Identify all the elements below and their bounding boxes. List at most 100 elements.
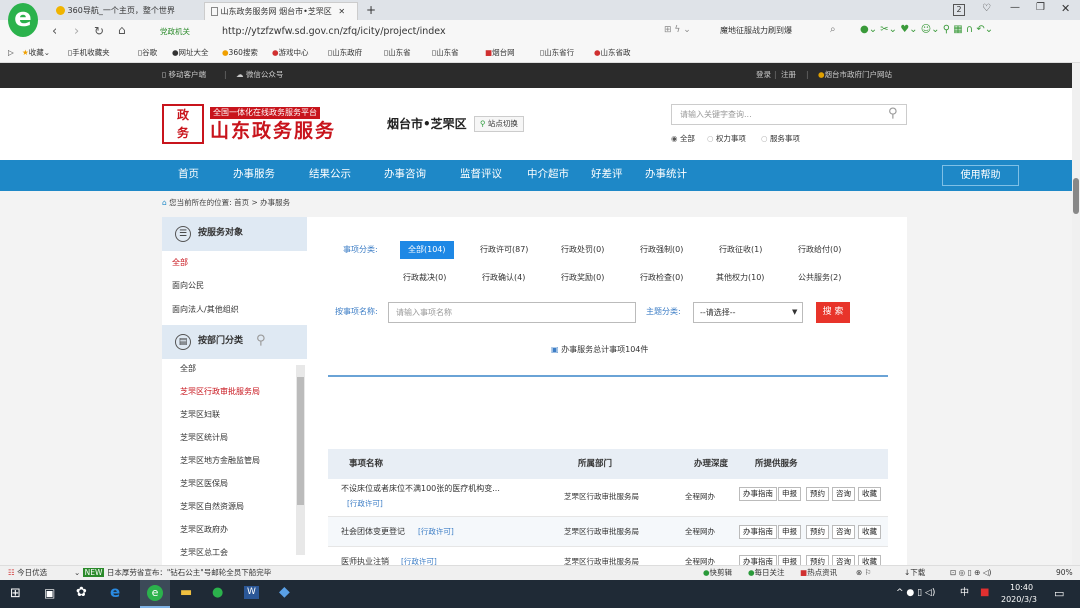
category-item[interactable]: 行政给付(0): [798, 246, 841, 254]
target-all[interactable]: 全部: [172, 259, 317, 267]
close-tab-icon[interactable]: ✕: [338, 7, 345, 16]
window-count-badge[interactable]: 2: [953, 4, 965, 16]
sidebar-toggle-icon[interactable]: ▷: [8, 49, 14, 57]
category-item[interactable]: 行政裁决(0): [403, 274, 446, 282]
tray-icons[interactable]: ^ ● ▯ ◁): [896, 589, 935, 598]
notification-icon[interactable]: ▭: [1054, 588, 1064, 599]
word-icon[interactable]: W: [244, 586, 259, 599]
nav-supervise[interactable]: 监督评议: [460, 169, 502, 180]
fav-item[interactable]: ▯山东政府: [328, 49, 362, 57]
radio-service[interactable]: ○ 服务事项: [761, 135, 800, 143]
favorite-button[interactable]: 收藏: [858, 555, 881, 565]
home-icon[interactable]: ⌂: [118, 24, 126, 36]
breadcrumb-home[interactable]: 首页: [234, 198, 249, 207]
status-icons[interactable]: ⊗ ⚐: [856, 569, 871, 577]
today-picks[interactable]: ☷ 今日优选: [8, 569, 47, 577]
fav-item[interactable]: ●游戏中心: [272, 49, 309, 57]
apply-button[interactable]: 申报: [778, 487, 801, 501]
status-item[interactable]: ●每日关注: [748, 569, 785, 577]
category-item[interactable]: 行政处罚(0): [561, 246, 604, 254]
category-all[interactable]: 全部(104): [400, 241, 454, 259]
guide-button[interactable]: 办事指南: [739, 525, 777, 539]
site-name[interactable]: 山东政务服务: [210, 122, 336, 141]
consult-button[interactable]: 咨询: [832, 487, 855, 501]
item-name-link[interactable]: 社会团体变更登记: [341, 528, 405, 536]
guide-button[interactable]: 办事指南: [739, 555, 777, 565]
new-tab-button[interactable]: +: [366, 4, 376, 16]
windows-start-icon[interactable]: ⊞: [10, 587, 21, 600]
fav-item[interactable]: ★收藏⌄: [22, 49, 50, 57]
back-icon[interactable]: ‹: [52, 25, 57, 38]
fav-item[interactable]: ■烟台网: [485, 49, 515, 57]
category-item[interactable]: 行政征收(1): [719, 246, 762, 254]
search-button[interactable]: 搜 索: [816, 302, 850, 323]
name-input[interactable]: 请输入事项名称: [388, 302, 636, 323]
nav-results[interactable]: 结果公示: [309, 169, 351, 180]
radio-power[interactable]: ○ 权力事项: [707, 135, 746, 143]
site-search-input[interactable]: 请输入关键字查询... ⚲: [671, 104, 907, 125]
page-scrollbar[interactable]: [1072, 63, 1080, 565]
refresh-icon[interactable]: ↻: [94, 25, 104, 37]
item-name-link[interactable]: 不设床位或者床位不满100张的医疗机构变...: [341, 485, 500, 493]
wechat-link[interactable]: ☁ 微信公众号: [236, 71, 283, 79]
maximize-icon[interactable]: ❐: [1036, 3, 1045, 13]
news-ticker[interactable]: ⌄ NEW 日本厚劳省宣布："钻石公主"号邮轮全员下船完毕: [74, 568, 271, 577]
close-window-icon[interactable]: ✕: [1061, 3, 1070, 14]
reserve-button[interactable]: 预约: [806, 555, 829, 565]
extension-icons[interactable]: ●⌄ ✂⌄ ♥⌄ ☺⌄ ⚲ ▦ ∩ ↶⌄: [860, 25, 993, 35]
status-item[interactable]: ●快剪辑: [703, 569, 732, 577]
reserve-button[interactable]: 预约: [806, 487, 829, 501]
browser-logo[interactable]: e: [8, 3, 38, 37]
favorite-button[interactable]: 收藏: [858, 487, 881, 501]
category-item[interactable]: 行政确认(4): [482, 274, 525, 282]
switch-site-button[interactable]: ⚲ 站点切换: [474, 116, 524, 132]
clock-time[interactable]: 10:40: [1010, 584, 1033, 592]
login-link[interactable]: 登录: [756, 71, 771, 79]
task-view-icon[interactable]: ▣: [44, 587, 55, 599]
apply-button[interactable]: 申报: [778, 525, 801, 539]
minimize-icon[interactable]: —: [1010, 3, 1020, 13]
item-name-link[interactable]: 医师执业注销: [341, 558, 389, 566]
category-item[interactable]: 行政许可(87): [480, 246, 528, 254]
search-icon[interactable]: ⌕: [830, 25, 836, 35]
fav-item[interactable]: ▯手机收藏夹: [68, 49, 110, 57]
radio-all[interactable]: ◉ 全部: [671, 135, 695, 143]
consult-button[interactable]: 咨询: [832, 525, 855, 539]
browser-taskbar-icon[interactable]: e: [140, 580, 170, 608]
nav-agency[interactable]: 中介超市: [527, 169, 569, 180]
favorite-button[interactable]: 收藏: [858, 525, 881, 539]
fav-item[interactable]: ▯山东省行: [540, 49, 574, 57]
guide-button[interactable]: 办事指南: [739, 487, 777, 501]
sidebar-scrollbar[interactable]: [296, 365, 305, 555]
category-item[interactable]: 行政奖励(0): [561, 274, 604, 282]
apply-button[interactable]: 申报: [778, 555, 801, 565]
nav-services[interactable]: 办事服务: [233, 169, 275, 180]
category-item[interactable]: 行政检查(0): [640, 274, 683, 282]
hot-search-text[interactable]: 魔地征服战力刷到爆: [720, 27, 792, 35]
tab-active[interactable]: 山东政务服务网 烟台市•芝罘区 ✕: [204, 2, 358, 20]
consult-button[interactable]: 咨询: [832, 555, 855, 565]
sidebar-scroll-thumb[interactable]: [297, 377, 304, 505]
category-item[interactable]: 行政强制(0): [640, 246, 683, 254]
nav-consult[interactable]: 办事咨询: [384, 169, 426, 180]
fav-item[interactable]: ▯谷歌: [138, 49, 157, 57]
tray-app-icon[interactable]: ■: [980, 588, 989, 598]
app2-icon[interactable]: ◆: [279, 585, 290, 599]
register-link[interactable]: 注册: [781, 71, 796, 79]
url-field[interactable]: 党政机关 http://ytzfzwfw.sd.gov.cn/zfq/icity…: [150, 23, 660, 41]
status-item[interactable]: ■热点资讯: [800, 569, 837, 577]
tab-360[interactable]: 360导航_一个主页，整个世界: [50, 2, 202, 20]
ime-indicator[interactable]: 中: [960, 589, 969, 598]
grid-icon[interactable]: ⊞ ϟ ⌄: [664, 26, 691, 35]
target-public[interactable]: 面向公民: [172, 282, 317, 290]
help-button[interactable]: 使用帮助: [942, 165, 1019, 186]
mobile-client-link[interactable]: ▯ 移动客户端: [162, 71, 206, 79]
category-item[interactable]: 其他权力(10): [716, 274, 764, 282]
nav-stats[interactable]: 办事统计: [645, 169, 687, 180]
category-item[interactable]: 公共服务(2): [798, 274, 841, 282]
skin-icon[interactable]: ♡: [982, 4, 991, 14]
target-legal[interactable]: 面向法人/其他组织: [172, 306, 317, 314]
clock-date[interactable]: 2020/3/3: [1001, 596, 1037, 604]
theme-select[interactable]: --请选择-- ▼: [693, 302, 803, 323]
page-scroll-thumb[interactable]: [1073, 178, 1079, 214]
